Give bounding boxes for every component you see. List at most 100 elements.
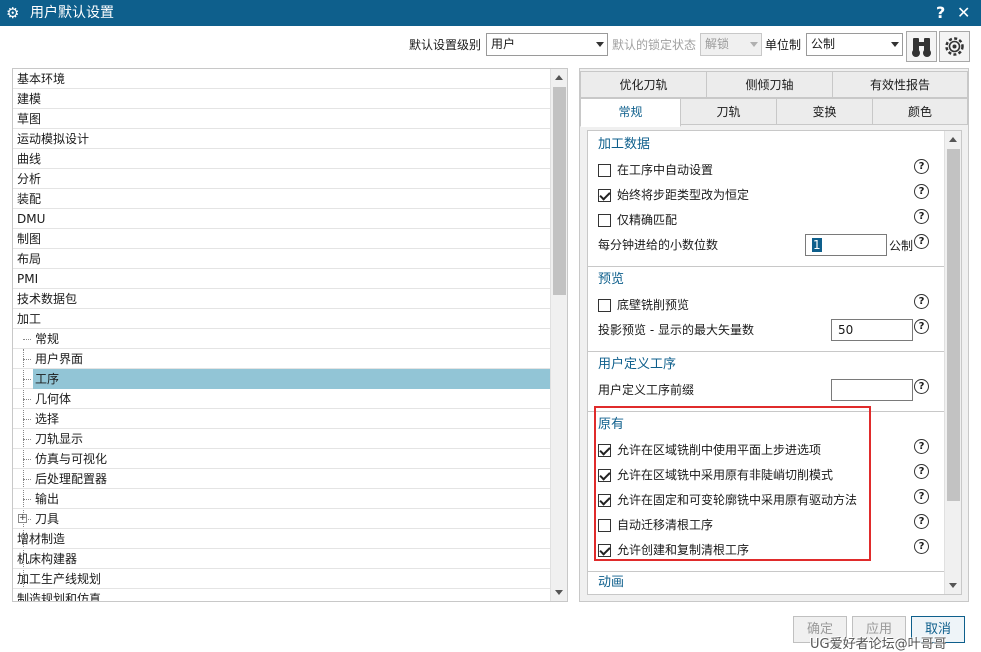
tree-item[interactable]: 选择 xyxy=(13,409,550,429)
tree-item[interactable]: 用户界面 xyxy=(13,349,550,369)
scroll-thumb[interactable] xyxy=(947,149,960,501)
tree-scrollbar[interactable] xyxy=(550,69,567,601)
decimals-input[interactable]: 1 xyxy=(805,234,887,256)
tree-item[interactable]: 布局 xyxy=(13,249,550,269)
auto-set-label: 在工序中自动设置 xyxy=(617,163,714,177)
category-tree: 基本环境建模草图 运动模拟设计曲线分析 装配 DMU 制图布局 PMI 技术数据包加工 常规用… xyxy=(12,68,568,602)
tree-item[interactable]: 机床构建器 xyxy=(13,549,550,569)
tree-item[interactable]: DMU xyxy=(13,209,550,229)
level-label: 默认设置级别 xyxy=(409,38,482,52)
close-button[interactable]: ✕ xyxy=(957,3,970,23)
max-vectors-input[interactable]: 50 xyxy=(831,319,913,341)
highlight-box xyxy=(594,406,871,561)
tree-item[interactable]: 装配 xyxy=(13,189,550,209)
tree-item-label: 曲线 xyxy=(17,152,42,166)
tree-item-label: 加工生产线规划 xyxy=(17,572,102,586)
tree-item-label: 制图 xyxy=(17,232,42,246)
tree-item[interactable]: + 刀具 xyxy=(13,509,550,529)
help-icon[interactable]: ? xyxy=(914,234,929,249)
tree-item[interactable]: 建模 xyxy=(13,89,550,109)
tree-item[interactable]: 加工生产线规划 xyxy=(13,569,550,589)
binoculars-button[interactable] xyxy=(906,31,937,62)
tree-item[interactable]: 后处理配置器 xyxy=(13,469,550,489)
tab-tilt-axis[interactable]: 侧倾刀轴 xyxy=(706,71,833,98)
tree-item-label: DMU xyxy=(17,212,46,226)
tree-item[interactable]: 曲线 xyxy=(13,149,550,169)
scroll-down-icon[interactable] xyxy=(949,583,957,588)
help-icon[interactable]: ? xyxy=(914,184,929,199)
tree-item[interactable]: 输出 xyxy=(13,489,550,509)
gear-icon: ⚙ xyxy=(6,4,20,22)
tree-item[interactable]: 几何体 xyxy=(13,389,550,409)
tree-item[interactable]: 运动模拟设计 xyxy=(13,129,550,149)
window-title: 用户默认设置 xyxy=(30,5,114,21)
binoculars-icon xyxy=(912,38,931,57)
tree-item[interactable]: 仿真与可视化 xyxy=(13,449,550,469)
max-vectors-value: 50 xyxy=(838,323,854,337)
tree-item-label: 机床构建器 xyxy=(17,552,78,566)
prefix-label: 用户定义工序前缀 xyxy=(598,383,695,397)
divider xyxy=(588,266,945,267)
tree-item[interactable]: 制图 xyxy=(13,229,550,249)
floor-wall-checkbox[interactable] xyxy=(598,299,611,312)
tree-item-label: 刀具 xyxy=(35,512,60,526)
scroll-thumb[interactable] xyxy=(553,87,566,295)
tree-item[interactable]: 工序 xyxy=(13,369,550,389)
tree-item[interactable]: 增材制造 xyxy=(13,529,550,549)
help-icon[interactable]: ? xyxy=(914,464,929,479)
tab-transform[interactable]: 变换 xyxy=(776,98,873,125)
help-icon[interactable]: ? xyxy=(914,209,929,224)
stepover-const-checkbox[interactable] xyxy=(598,189,611,202)
help-icon[interactable]: ? xyxy=(914,319,929,334)
exact-match-checkbox[interactable] xyxy=(598,214,611,227)
unit-select[interactable]: 公制 xyxy=(806,33,903,56)
scroll-up-icon[interactable] xyxy=(555,75,563,80)
level-select[interactable]: 用户 xyxy=(486,33,608,56)
tree-item-label: 工序 xyxy=(33,369,550,389)
decimals-label: 每分钟进给的小数位数 xyxy=(598,238,719,252)
section-title-preview: 预览 xyxy=(598,272,625,287)
tab-general[interactable]: 常规 xyxy=(580,98,681,127)
tab-color[interactable]: 颜色 xyxy=(872,98,968,125)
help-icon[interactable]: ? xyxy=(914,439,929,454)
help-icon[interactable]: ? xyxy=(914,159,929,174)
gear-icon xyxy=(945,37,964,56)
tree-item[interactable]: 分析 xyxy=(13,169,550,189)
lock-label: 默认的锁定状态 xyxy=(612,38,697,52)
tree-item-label: 建模 xyxy=(17,92,42,106)
help-icon[interactable]: ? xyxy=(914,489,929,504)
help-icon[interactable]: ? xyxy=(914,514,929,529)
tree-item[interactable]: 制造规划和仿真 xyxy=(13,589,550,601)
tree-item[interactable]: 刀轨显示 xyxy=(13,429,550,449)
scroll-down-icon[interactable] xyxy=(555,590,563,595)
settings-button[interactable] xyxy=(939,31,970,62)
help-icon[interactable]: ? xyxy=(914,379,929,394)
tree-item-label: PMI xyxy=(17,272,39,286)
unit-label: 单位制 xyxy=(765,38,802,52)
content-scrollbar[interactable] xyxy=(944,131,961,594)
tree-item[interactable]: PMI xyxy=(13,269,550,289)
max-vectors-label: 投影预览 - 显示的最大矢量数 xyxy=(598,323,754,337)
tree-item[interactable]: 技术数据包 xyxy=(13,289,550,309)
help-icon[interactable]: ? xyxy=(914,539,929,554)
tree-item-label: 输出 xyxy=(35,492,60,506)
unit-value: 公制 xyxy=(811,37,836,51)
chevron-down-icon xyxy=(891,42,899,47)
tab-validity-report[interactable]: 有效性报告 xyxy=(832,71,968,98)
tree-item[interactable]: 草图 xyxy=(13,109,550,129)
help-icon[interactable]: ? xyxy=(914,294,929,309)
tree-item[interactable]: 基本环境 xyxy=(13,69,550,89)
scroll-up-icon[interactable] xyxy=(949,137,957,142)
chevron-down-icon xyxy=(750,42,758,47)
tab-optimize-path[interactable]: 优化刀轨 xyxy=(580,71,707,98)
auto-set-checkbox[interactable] xyxy=(598,164,611,177)
title-bar: ⚙ 用户默认设置 ? ✕ xyxy=(0,0,981,26)
tree-item[interactable]: 常规 xyxy=(13,329,550,349)
tree-item[interactable]: 加工 xyxy=(13,309,550,329)
help-button[interactable]: ? xyxy=(936,3,945,23)
expand-icon[interactable]: + xyxy=(18,514,27,523)
prefix-input[interactable] xyxy=(831,379,913,401)
tab-toolpath[interactable]: 刀轨 xyxy=(680,98,777,125)
tree-item-label: 用户界面 xyxy=(35,352,84,366)
tree-item-label: 技术数据包 xyxy=(17,292,78,306)
